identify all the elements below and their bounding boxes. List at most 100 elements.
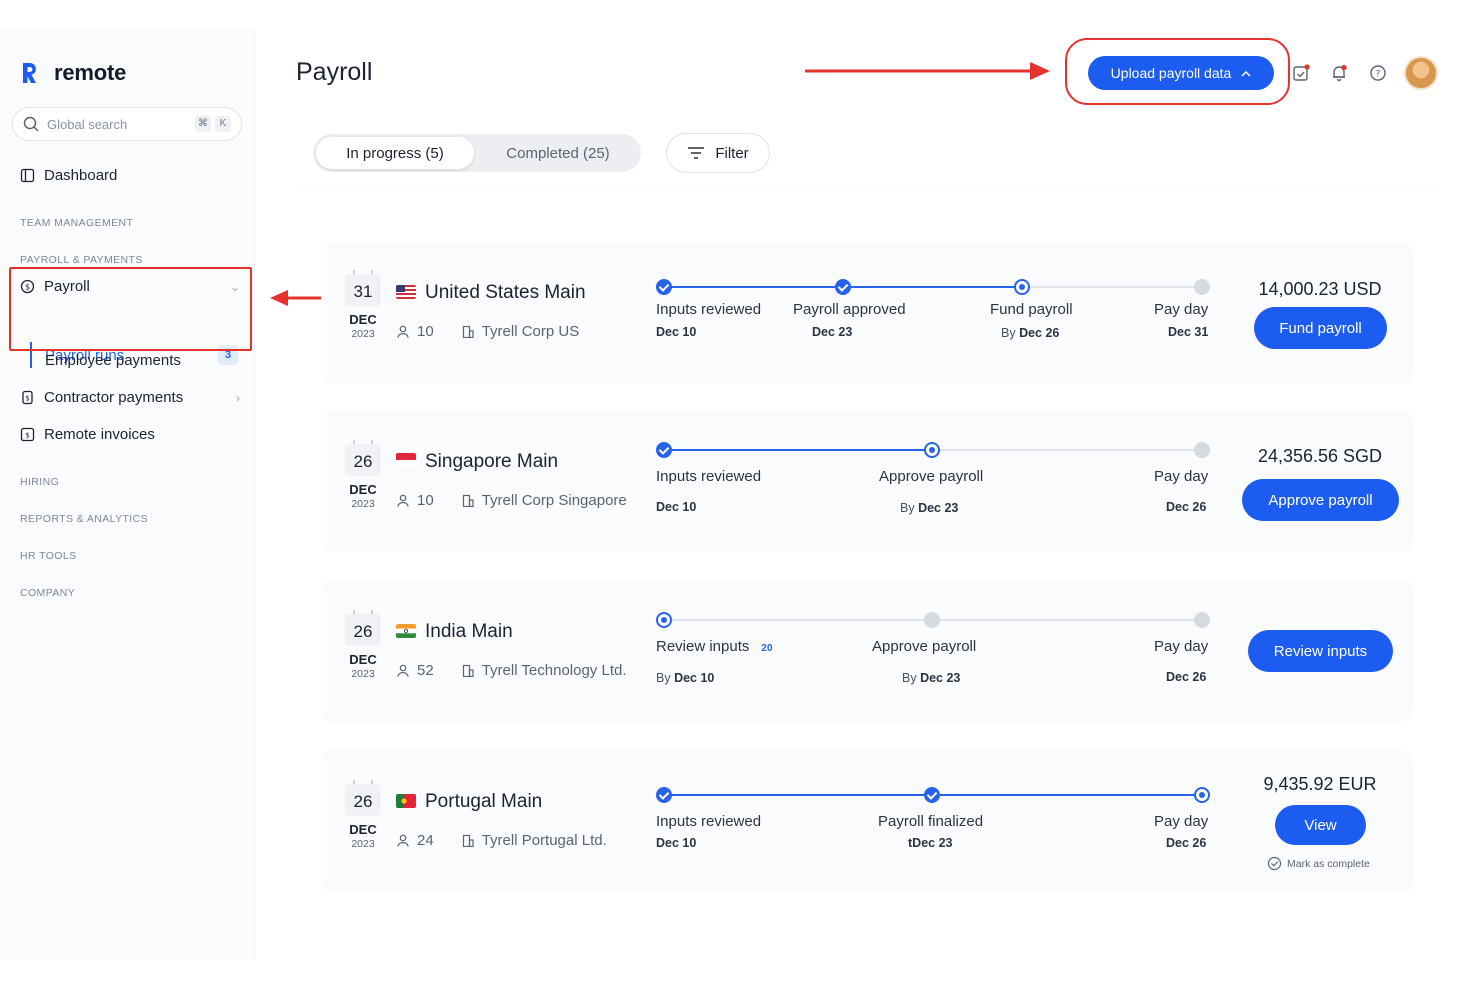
payroll-run-card-in[interactable]: 26 DEC 2023 India Main 52 Tyrell Technol… (321, 580, 1414, 722)
payroll-run-card-sg[interactable]: 26 DEC 2023 Singapore Main 10 Tyrell Cor… (321, 410, 1414, 552)
approve-payroll-button[interactable]: Approve payroll (1242, 479, 1399, 521)
payroll-amount: 24,356.56 SGD (1257, 446, 1383, 466)
step-label: Review inputs 20 (656, 638, 773, 655)
filter-icon (688, 147, 705, 159)
pending-inputs-badge: 20 (761, 643, 773, 654)
sidebar-item-label: Contractor payments (44, 389, 184, 406)
step-label: Inputs reviewed (656, 301, 762, 318)
step-label: Inputs reviewed (656, 468, 762, 485)
run-month: DEC (349, 312, 377, 327)
search-input[interactable] (47, 116, 177, 132)
section-reports-analytics[interactable]: REPORTS & ANALYTICS (20, 513, 148, 525)
calendar-check-icon-button[interactable] (1290, 62, 1312, 84)
sidebar-item-remote-invoices[interactable]: $ Remote invoices (20, 426, 240, 443)
step-label: Approve payroll (879, 468, 984, 485)
sidebar-item-dashboard[interactable]: Dashboard (20, 167, 240, 184)
step-date: Dec 26 (1166, 836, 1207, 850)
section-hr-tools[interactable]: HR TOOLS (20, 550, 77, 562)
step-date: Dec 10 (656, 836, 697, 850)
step-date: By Dec 23 (902, 671, 961, 685)
step-label: Pay day (1154, 638, 1209, 655)
user-icon (397, 494, 409, 507)
user-icon (397, 664, 409, 677)
upload-payroll-data-button[interactable]: Upload payroll data (1088, 56, 1274, 90)
link-label: Mark as complete (1287, 857, 1370, 870)
step-date: Dec 10 (656, 500, 697, 514)
payroll-run-card-us[interactable]: 31 DEC 2023 United States Main 10 Tyrell… (321, 242, 1414, 384)
run-day: 26 (345, 444, 381, 476)
step-dot-done (656, 787, 672, 803)
user-icon (397, 325, 409, 338)
search-shortcut: ⌘ K (195, 116, 231, 132)
contractor-icon: $ (22, 390, 33, 405)
payroll-run-card-pt[interactable]: 26 DEC 2023 Portugal Main 24 Tyrell Port… (321, 750, 1414, 892)
avatar[interactable] (1404, 56, 1438, 90)
filter-button[interactable]: Filter (666, 133, 770, 173)
step-dot-todo (1194, 612, 1210, 628)
pt-flag-icon (396, 794, 416, 808)
fund-payroll-button[interactable]: Fund payroll (1254, 307, 1387, 349)
run-month: DEC (349, 822, 377, 837)
building-icon (462, 664, 474, 677)
step-label: Inputs reviewed (656, 813, 762, 830)
employee-count: 52 (417, 662, 434, 679)
tab-completed[interactable]: Completed (25) (478, 137, 638, 169)
step-label: Payroll approved (793, 301, 906, 318)
employee-count: 24 (417, 832, 434, 849)
step-dot-current (656, 612, 672, 628)
run-year: 2023 (351, 838, 375, 850)
mark-as-complete-link[interactable]: Mark as complete (1267, 856, 1370, 871)
progress-track-remaining (1022, 286, 1202, 288)
payroll-amount: 14,000.23 USD (1258, 279, 1382, 299)
run-name: India Main (425, 621, 513, 642)
progress-track (664, 449, 932, 451)
logo[interactable]: remote (20, 60, 126, 86)
help-icon: ? (1370, 65, 1386, 81)
run-day: 31 (345, 274, 381, 306)
step-dot-todo (924, 612, 940, 628)
run-year: 2023 (351, 328, 375, 340)
run-month: DEC (349, 482, 377, 497)
sidebar-item-employee-payments[interactable]: Employee payments (45, 352, 181, 369)
step-dot-done (924, 787, 940, 803)
run-day: 26 (345, 784, 381, 816)
user-icon (397, 834, 409, 847)
svg-text:$: $ (25, 432, 29, 440)
invoice-icon: $ (20, 427, 35, 442)
step-label: Pay day (1154, 468, 1209, 485)
section-hiring[interactable]: HIRING (20, 476, 59, 488)
in-flag-icon (396, 624, 416, 638)
tab-in-progress[interactable]: In progress (5) (316, 137, 474, 169)
global-search[interactable]: ⌘ K (12, 107, 242, 141)
step-dot-done (656, 279, 672, 295)
run-year: 2023 (351, 668, 375, 680)
sidebar-item-contractor-payments[interactable]: $ Contractor payments › (20, 389, 240, 406)
view-button[interactable]: View (1275, 805, 1366, 845)
sg-flag-icon (396, 453, 416, 467)
button-label: Upload payroll data (1110, 65, 1232, 81)
help-button[interactable]: ? (1367, 62, 1389, 84)
section-team-management[interactable]: TEAM MANAGEMENT (20, 217, 133, 229)
step-date: By Dec 23 (900, 501, 959, 515)
notifications-button[interactable] (1328, 62, 1350, 84)
run-year: 2023 (351, 498, 375, 510)
annotation-arrow-right (805, 62, 1050, 80)
step-dot-todo (1194, 442, 1210, 458)
step-dot-done (835, 279, 851, 295)
section-payroll-payments[interactable]: PAYROLL & PAYMENTS (20, 254, 143, 266)
step-date: Dec 26 (1166, 670, 1207, 684)
calendar-check-icon (1293, 64, 1310, 81)
step-date: tDec 23 (908, 836, 953, 850)
step-date: Dec 10 (656, 325, 697, 339)
remote-logo-icon (23, 63, 36, 83)
step-date: Dec 31 (1168, 325, 1209, 339)
employee-count: 10 (417, 492, 434, 509)
review-inputs-button[interactable]: Review inputs (1248, 630, 1393, 672)
run-month: DEC (349, 652, 377, 667)
k-key: K (215, 116, 231, 132)
run-meta: 10 Tyrell Corp Singapore (397, 492, 627, 509)
cmd-key: ⌘ (195, 116, 211, 132)
building-icon (462, 834, 474, 847)
step-date: By Dec 10 (656, 671, 715, 685)
section-company[interactable]: COMPANY (20, 587, 75, 599)
